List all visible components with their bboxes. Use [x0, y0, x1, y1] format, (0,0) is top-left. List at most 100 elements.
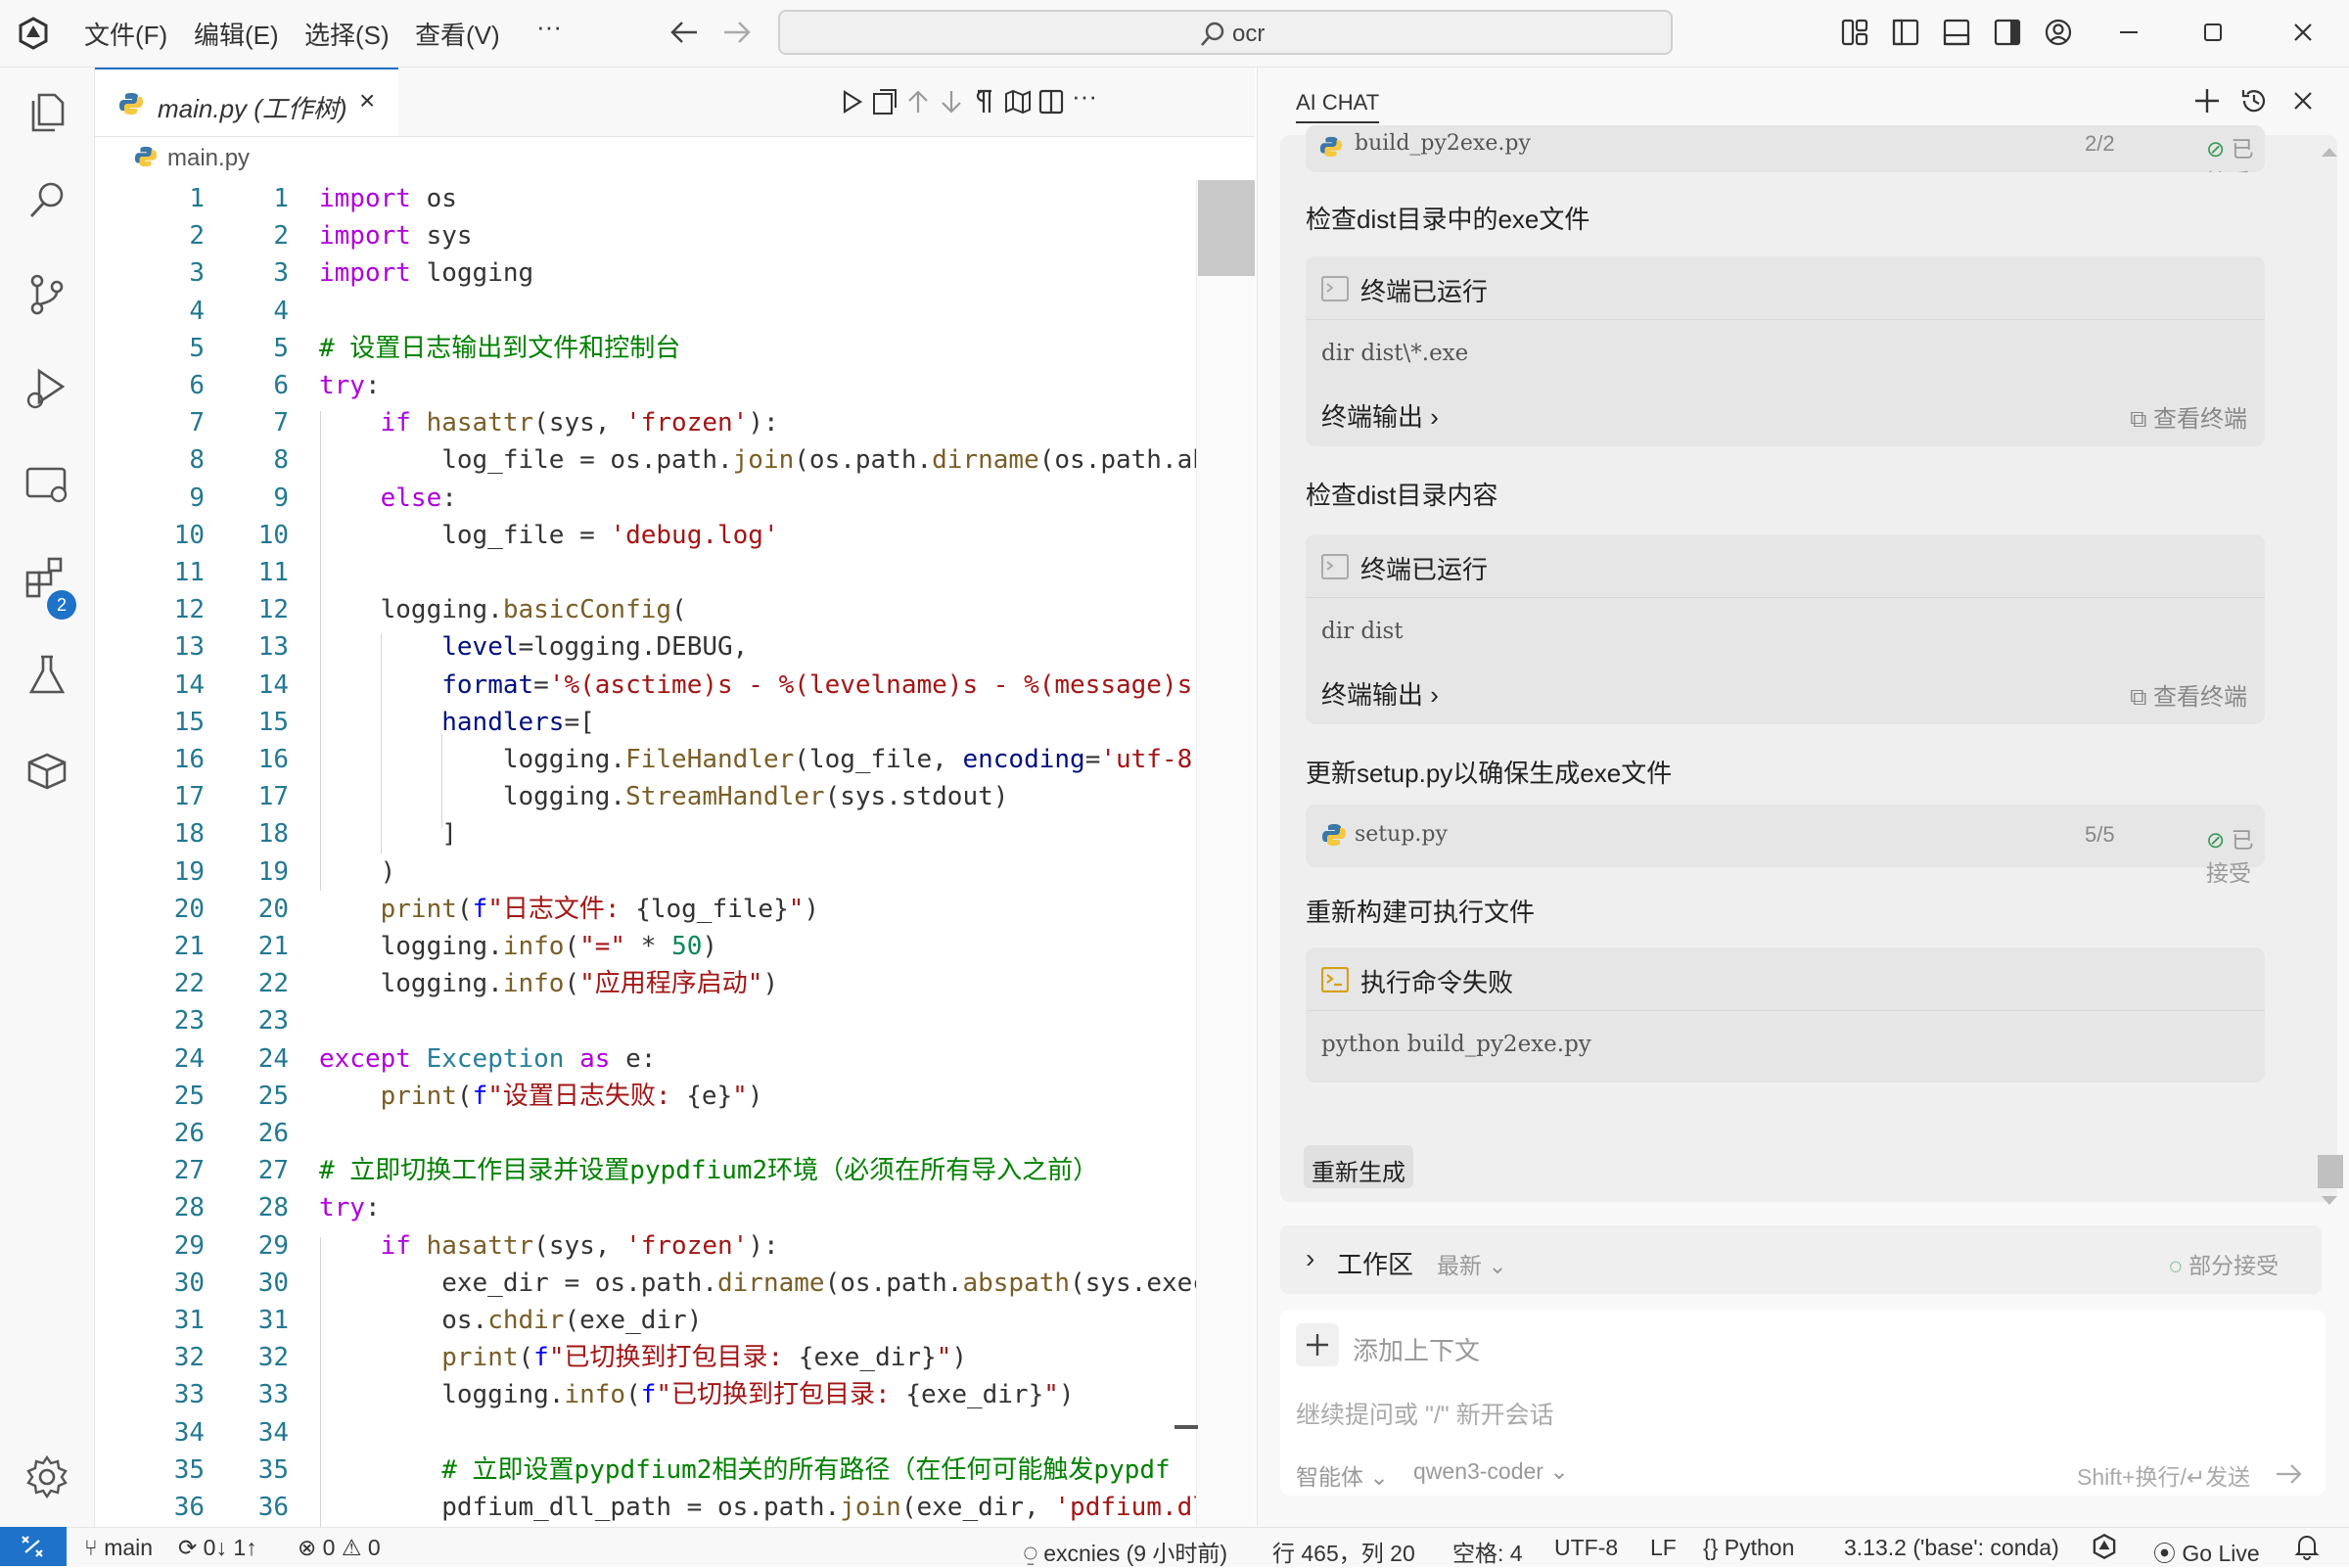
- remote-indicator-button[interactable]: [0, 1527, 67, 1566]
- previous-change-icon[interactable]: [903, 87, 933, 116]
- code-line[interactable]: 9 9 else:: [95, 480, 1201, 517]
- code-line[interactable]: 19 19 ): [95, 853, 1201, 891]
- add-context-button[interactable]: [1296, 1323, 1339, 1366]
- code-line[interactable]: 23 23: [95, 1002, 1201, 1039]
- maximize-icon[interactable]: [2198, 18, 2228, 47]
- source-control-icon[interactable]: [23, 271, 70, 318]
- code-line[interactable]: 13 13 level=logging.DEBUG,: [95, 628, 1201, 666]
- code-line[interactable]: 7 7 if hasattr(sys, 'frozen'):: [95, 404, 1201, 441]
- view-terminal-link[interactable]: ⧉ 查看终端: [2130, 677, 2247, 712]
- remote-explorer-icon[interactable]: [23, 461, 70, 508]
- model-select[interactable]: qwen3-coder ⌄: [1413, 1458, 1569, 1485]
- close-window-icon[interactable]: [2288, 18, 2318, 47]
- run-debug-icon[interactable]: [23, 365, 70, 412]
- code-line[interactable]: 34 34: [95, 1414, 1201, 1452]
- send-arrow-icon[interactable]: [2275, 1462, 2304, 1486]
- open-preview-icon[interactable]: [1003, 87, 1033, 116]
- problems-indicator[interactable]: ⊗ 0 ⚠ 0: [298, 1535, 381, 1561]
- code-line[interactable]: 25 25 print(f"设置日志失败: {e}"): [95, 1078, 1201, 1115]
- code-line[interactable]: 26 26: [95, 1115, 1201, 1152]
- account-icon[interactable]: [2044, 18, 2073, 47]
- run-file-icon[interactable]: [837, 87, 866, 116]
- code-line[interactable]: 2 2 import sys: [95, 217, 1201, 254]
- close-panel-icon[interactable]: [2290, 88, 2316, 114]
- code-editor[interactable]: 1 1 import os 2 2 import sys 3 3 import logging 4…: [95, 180, 1201, 1527]
- toggle-panel-icon[interactable]: [1942, 18, 1971, 47]
- code-line[interactable]: 3 3 import logging: [95, 254, 1201, 292]
- cursor-position[interactable]: 行 465，列 20: [1272, 1535, 1415, 1568]
- editor-more-actions[interactable]: ···: [1072, 81, 1097, 112]
- forward-arrow-icon[interactable]: [722, 20, 752, 45]
- file-change-build-py2exe[interactable]: build_py2exe.py 2/2 ⊘ 已接受: [1306, 125, 2265, 172]
- tab-main-py[interactable]: main.py (工作树) ×: [95, 68, 398, 136]
- split-editor-icon[interactable]: [1036, 87, 1066, 116]
- menu-selection[interactable]: 选择(S): [304, 16, 390, 52]
- language-mode[interactable]: {} Python: [1703, 1535, 1794, 1561]
- editor-scrollbar[interactable]: [1196, 180, 1256, 1527]
- sync-indicator[interactable]: ⟳ 0↓ 1↑: [178, 1535, 257, 1561]
- code-line[interactable]: 32 32 print(f"已切换到打包目录: {exe_dir}"): [95, 1339, 1201, 1376]
- code-line[interactable]: 5 5 # 设置日志输出到文件和控制台: [95, 330, 1201, 367]
- indentation-setting[interactable]: 空格: 4: [1452, 1535, 1523, 1568]
- menu-more[interactable]: ···: [536, 12, 562, 42]
- workspace-bar[interactable]: › 工作区 最新 ⌄ ◌ 部分接受: [1280, 1225, 2322, 1294]
- code-line[interactable]: 20 20 print(f"日志文件: {log_file}"): [95, 891, 1201, 928]
- code-line[interactable]: 44: [95, 293, 1201, 330]
- menu-view[interactable]: 查看(V): [415, 16, 500, 52]
- code-line[interactable]: 30 30 exe_dir = os.path.dirname(os.path.a…: [95, 1265, 1201, 1302]
- testing-flask-icon[interactable]: [23, 651, 70, 698]
- agent-mode-select[interactable]: 智能体 ⌄: [1296, 1458, 1389, 1492]
- chevron-right-icon[interactable]: ›: [1306, 1243, 1314, 1274]
- scroll-down-icon[interactable]: [2320, 1194, 2339, 1208]
- new-chat-plus-icon[interactable]: [2192, 86, 2222, 115]
- notifications-bell-icon[interactable]: [2294, 1533, 2320, 1560]
- breadcrumb-file[interactable]: main.py: [167, 145, 250, 172]
- encoding-setting[interactable]: UTF-8: [1554, 1535, 1618, 1561]
- settings-gear-icon[interactable]: [23, 1453, 70, 1500]
- code-line[interactable]: 14 14 format='%(asctime)s - %(levelname)s…: [95, 667, 1201, 704]
- code-line[interactable]: 16 16 logging.FileHandler(log_file, encod…: [95, 741, 1201, 778]
- regenerate-button[interactable]: 重新生成: [1304, 1145, 1413, 1188]
- code-line[interactable]: 21 21 logging.info("=" * 50): [95, 928, 1201, 965]
- terminal-output-toggle[interactable]: 终端输出 ›: [1321, 675, 1439, 712]
- eol-setting[interactable]: LF: [1650, 1535, 1677, 1561]
- git-blame-indicator[interactable]: ⍜ excnies (9 小时前): [1024, 1535, 1227, 1568]
- code-line[interactable]: 22 22 logging.info("应用程序启动"): [95, 965, 1201, 1002]
- code-line[interactable]: 17 17 logging.StreamHandler(sys.stdout): [95, 778, 1201, 815]
- code-line[interactable]: 36 36 pdfium_dll_path = os.path.join(exe_…: [95, 1489, 1201, 1526]
- ai-chat-title[interactable]: AI CHAT: [1296, 90, 1380, 123]
- open-changes-icon[interactable]: [870, 87, 899, 116]
- back-arrow-icon[interactable]: [669, 20, 699, 45]
- chat-scroll-thumb[interactable]: [2318, 1155, 2343, 1188]
- next-change-icon[interactable]: [937, 87, 966, 116]
- chat-input[interactable]: 继续提问或 "/" 新开会话: [1296, 1396, 1554, 1431]
- code-line[interactable]: 11 11: [95, 554, 1201, 591]
- app-logo-icon[interactable]: [2091, 1533, 2118, 1560]
- code-line[interactable]: 18 18 ]: [95, 815, 1201, 853]
- code-line[interactable]: 1 1 import os: [95, 180, 1201, 217]
- code-line[interactable]: 24 24 except Exception as e:: [95, 1040, 1201, 1078]
- file-change-setup-py[interactable]: setup.py 5/5 ⊘ 已接受: [1306, 805, 2265, 886]
- history-icon[interactable]: [2239, 86, 2269, 115]
- code-line[interactable]: 10 10 log_file = 'debug.log': [95, 517, 1201, 554]
- toggle-secondary-sidebar-icon[interactable]: [1993, 18, 2022, 47]
- minimize-icon[interactable]: [2114, 18, 2143, 47]
- terminal-output-toggle[interactable]: 终端输出 ›: [1321, 397, 1439, 434]
- add-context-label[interactable]: 添加上下文: [1353, 1331, 1480, 1367]
- code-line[interactable]: 35 35 # 立即设置pypdfium2相关的所有路径（在任何可能触发pypdf: [95, 1452, 1201, 1489]
- workspace-sort[interactable]: 最新 ⌄: [1437, 1247, 1507, 1280]
- editor-scroll-thumb[interactable]: [1198, 180, 1255, 276]
- partial-accept-status[interactable]: ◌ 部分接受: [2169, 1247, 2279, 1280]
- explorer-icon[interactable]: [23, 87, 70, 134]
- branch-indicator[interactable]: ⑂ main: [84, 1535, 153, 1561]
- view-terminal-link[interactable]: ⧉ 查看终端: [2130, 399, 2247, 434]
- code-line[interactable]: 27 27 # 立即切换工作目录并设置pypdfium2环境（必须在所有导入之前）: [95, 1152, 1201, 1189]
- code-line[interactable]: 33 33 logging.info(f"已切换到打包目录: {exe_dir}"…: [95, 1376, 1201, 1413]
- menu-edit[interactable]: 编辑(E): [194, 16, 279, 52]
- code-line[interactable]: 8 8 log_file = os.path.join(os.path.dirna…: [95, 441, 1201, 479]
- search-sidebar-icon[interactable]: [23, 177, 70, 224]
- code-line[interactable]: 15 15 handlers=[: [95, 704, 1201, 741]
- toggle-primary-sidebar-icon[interactable]: [1891, 18, 1920, 47]
- package-box-icon[interactable]: [23, 747, 70, 794]
- code-line[interactable]: 31 31 os.chdir(exe_dir): [95, 1302, 1201, 1339]
